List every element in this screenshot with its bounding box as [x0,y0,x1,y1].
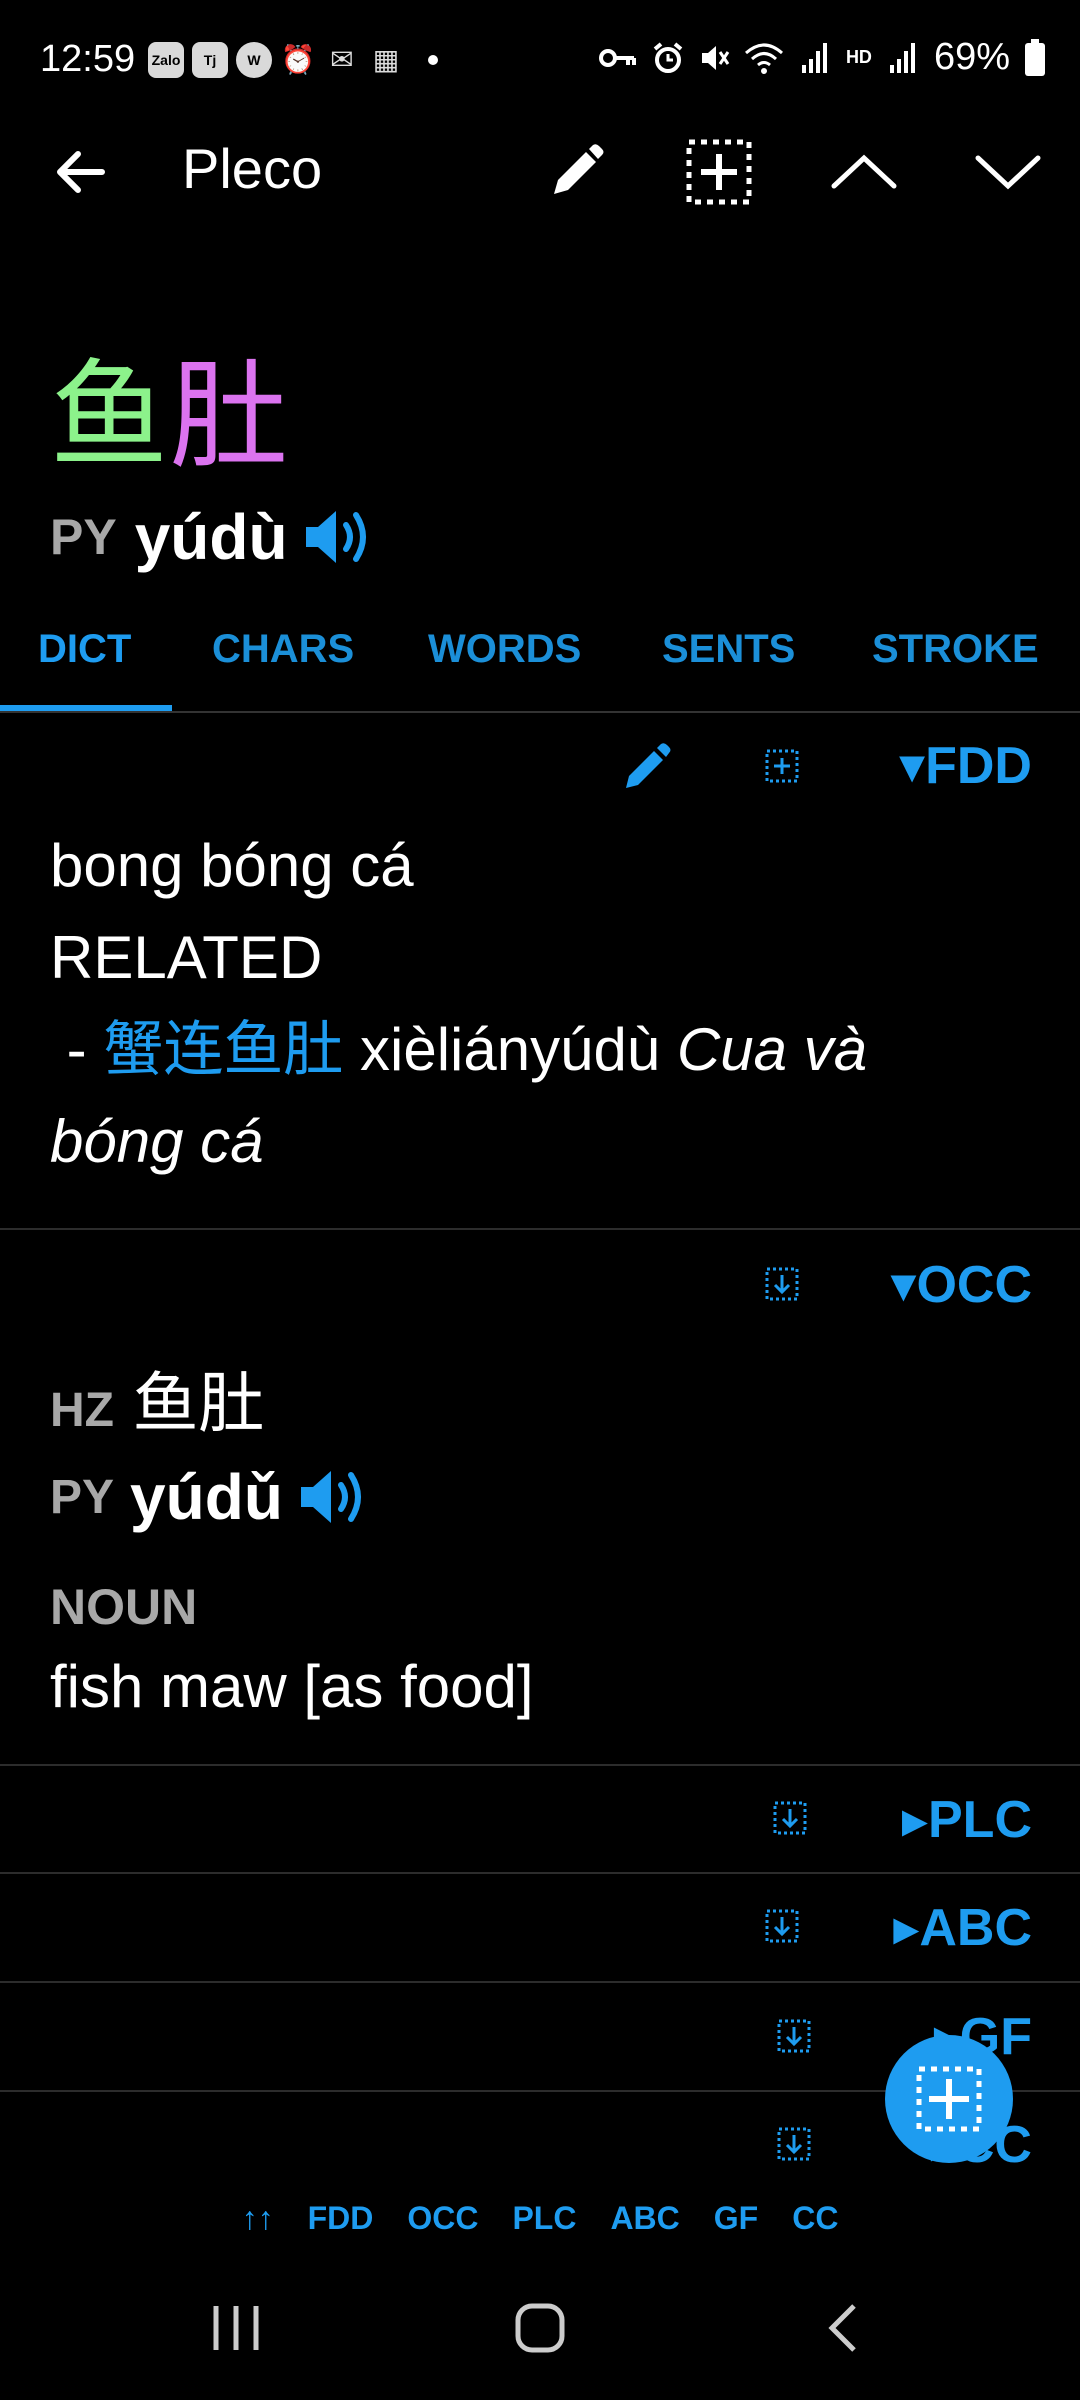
mute-icon [701,45,730,70]
jump-fdd[interactable]: FDD [308,2200,374,2237]
speaker-icon[interactable] [302,507,372,567]
edit-entry-icon[interactable] [618,738,674,794]
hz-label: HZ [50,1384,114,1437]
headword-pinyin-line: PY yúdù [50,500,372,574]
download-dict-icon[interactable] [772,1800,808,1836]
occ-pinyin: yúdǔ [130,1461,283,1533]
occ-py-label: PY [50,1470,115,1524]
download-dict-icon[interactable] [776,2018,812,2054]
entry-divider [0,1764,1080,1766]
related-dash: - [50,1016,104,1083]
status-time: 12:59 [40,38,136,80]
active-tab-indicator [0,705,172,711]
teams-icon: Tj [192,42,228,78]
nav-back-icon[interactable] [818,2300,868,2356]
tab-stroke[interactable]: STROKE [872,627,1039,672]
download-dict-icon[interactable] [764,1908,800,1944]
download-dict-icon[interactable] [776,2126,812,2162]
tab-sents[interactable]: SENTS [662,627,795,672]
back-arrow-icon[interactable] [52,144,108,200]
battery-icon [1025,38,1045,76]
jump-abc[interactable]: ABC [610,2200,679,2237]
related-label: RELATED [50,924,323,991]
jump-cc[interactable]: CC [792,2200,838,2237]
occ-definition: fish maw [as food] [50,1653,534,1720]
dict-tag-fdd[interactable]: ▾FDD [899,736,1032,796]
hd-icon: HD [845,47,872,67]
download-dict-icon[interactable] [764,1266,800,1302]
related-hanzi-link[interactable]: 蟹连鱼肚 [103,1015,343,1085]
headword-char-1: 鱼 [50,347,171,485]
tab-bar: DICT CHARS WORDS SENTS STROKE [0,605,1080,713]
related-pinyin: xièliányúdù [343,1016,677,1083]
part-of-speech: NOUN [50,1579,198,1635]
wifi-icon [744,43,783,74]
add-flashcard-icon[interactable] [683,136,755,208]
dict-tag-occ[interactable]: ▾OCC [890,1255,1032,1315]
pattern-icon: ▦ [372,44,400,75]
wps-icon: W [236,42,272,78]
recent-apps-icon[interactable] [206,2300,266,2356]
related-item: - 蟹连鱼肚 xièliányúdù Cua và [50,1004,1040,1096]
app-title: Pleco [182,137,323,200]
tab-words[interactable]: WORDS [428,627,581,672]
jump-plc[interactable]: PLC [512,2200,576,2237]
mail-icon: ✉ [330,44,354,75]
add-flashcard-fab[interactable] [885,2035,1013,2163]
entry-divider [0,1872,1080,1874]
headword-pinyin: yúdù [134,501,288,573]
add-flashcard-fab-icon [916,2066,982,2132]
headword-char-2: 肚 [170,347,291,485]
py-label: PY [50,509,117,565]
chevron-up-icon[interactable] [828,136,900,208]
fdd-entry-body: bong bóng cá RELATED - 蟹连鱼肚 xièliányúdù … [50,820,1040,1188]
occ-speaker-icon[interactable] [297,1467,367,1527]
dict-tag-plc[interactable]: ▸PLC [902,1790,1032,1850]
jump-occ[interactable]: OCC [407,2200,478,2237]
related-meaning-2: bóng cá [50,1108,264,1175]
fdd-definition: bong bóng cá [50,832,414,899]
headword: 鱼肚 [50,320,290,491]
pencil-icon[interactable] [540,136,612,208]
dictionary-jump-bar: ↑↑ FDD OCC PLC ABC GF CC [0,2200,1080,2237]
battery-percent: 69% [933,36,1010,78]
home-icon[interactable] [510,2298,570,2358]
occ-hanzi: 鱼肚 [132,1365,265,1442]
system-navigation-bar [0,2260,1080,2400]
entry-divider [0,1228,1080,1230]
signal-1-icon [801,42,827,73]
alarm-app-icon: ⏰ [280,44,316,75]
jump-to-top-button[interactable]: ↑↑ [242,2200,274,2237]
signal-2-icon [889,42,915,73]
more-notifications-icon [428,55,438,65]
vpn-key-icon [598,48,636,67]
tab-dict[interactable]: DICT [38,627,131,672]
occ-hz-line: HZ 鱼肚 [50,1350,264,1446]
dict-tag-abc[interactable]: ▸ABC [893,1898,1032,1958]
related-meaning-1: Cua và [676,1016,867,1083]
status-bar: 12:59 Zalo Tj W ⏰ ✉ ▦ HD 69% [0,0,1080,120]
notification-icons: Zalo Tj W ⏰ ✉ ▦ [148,42,438,78]
alarm-icon [653,41,683,73]
system-status-icons: HD 69% [598,36,1046,79]
tab-chars[interactable]: CHARS [212,627,354,672]
app-bar: Pleco [0,120,1080,220]
jump-gf[interactable]: GF [714,2200,758,2237]
entry-divider [0,1981,1080,1983]
zalo-icon: Zalo [148,42,184,78]
chevron-down-icon[interactable] [972,136,1044,208]
add-to-flashcards-icon[interactable] [764,748,800,784]
occ-pinyin-line: PY yúdǔ [50,1460,367,1534]
